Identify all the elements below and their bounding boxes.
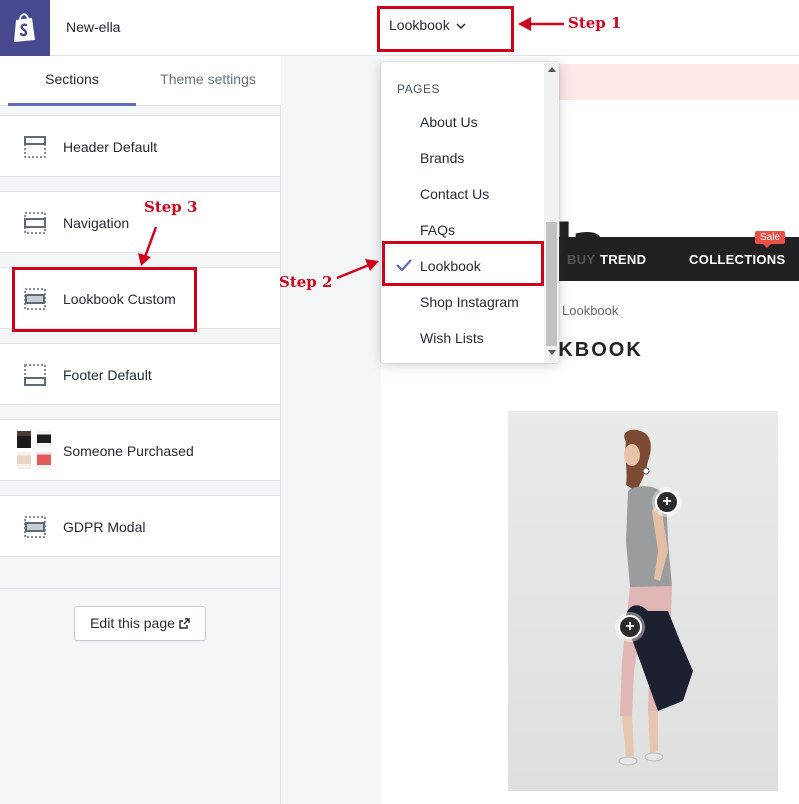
page-selector-value: Lookbook <box>389 17 450 33</box>
breadcrumb[interactable]: Lookbook <box>562 303 618 318</box>
edit-page-label: Edit this page <box>90 615 175 631</box>
dropdown-item-label: FAQs <box>420 222 456 238</box>
dropdown-item-label: Shop Instagram <box>420 294 519 310</box>
header-layout-icon <box>24 136 46 158</box>
dropdown-item-contact-us[interactable]: Contact Us <box>381 176 544 212</box>
chevron-down-icon <box>456 23 466 30</box>
dropdown-item-wish-lists[interactable]: Wish Lists <box>381 320 544 356</box>
scroll-down-arrow-icon[interactable] <box>548 350 556 355</box>
dropdown-item-brands[interactable]: Brands <box>381 140 544 176</box>
checkmark-icon <box>396 259 412 271</box>
sidebar-topbar: New-ella <box>0 0 281 56</box>
section-label: Someone Purchased <box>63 443 194 459</box>
section-label: GDPR Modal <box>63 519 146 535</box>
page-selector-dropdown: PAGES About Us Brands Contact Us FAQs Lo… <box>381 62 559 363</box>
dropdown-item-faqs[interactable]: FAQs <box>381 212 544 248</box>
sale-badge: Sale <box>755 231 786 248</box>
sidebar-tabs: Sections Theme settings <box>0 56 281 106</box>
scroll-up-arrow-icon[interactable] <box>548 67 556 72</box>
section-label: Footer Default <box>63 367 152 383</box>
dropdown-item-label: Lookbook <box>420 258 481 274</box>
dropdown-item-label: Brands <box>420 150 465 166</box>
dropdown-item-lookbook[interactable]: Lookbook <box>381 248 544 284</box>
divider <box>0 588 281 589</box>
step2-arrow-icon <box>336 259 379 280</box>
dropdown-item-about-us[interactable]: About Us <box>381 104 544 140</box>
product-thumbnail <box>17 452 31 469</box>
dropdown-heading: PAGES <box>397 82 440 96</box>
section-label: Header Default <box>63 139 158 155</box>
edit-this-page-button[interactable]: Edit this page <box>74 606 206 641</box>
lookbook-hotspot[interactable]: + <box>618 615 642 639</box>
section-header-default[interactable]: Header Default <box>0 115 280 177</box>
dropdown-item-shop-instagram[interactable]: Shop Instagram <box>381 284 544 320</box>
dropdown-item-label: About Us <box>420 114 478 130</box>
lookbook-image: + + <box>508 411 778 791</box>
section-layout-icon <box>24 288 46 310</box>
product-thumbnail <box>37 452 51 469</box>
section-lookbook-custom[interactable]: Lookbook Custom <box>0 267 280 329</box>
footer-layout-icon <box>24 364 46 386</box>
step3-arrow-icon <box>138 226 158 266</box>
section-layout-icon <box>24 516 46 538</box>
model-photo <box>618 429 693 766</box>
section-footer-default[interactable]: Footer Default <box>0 343 280 405</box>
dropdown-item-label: Wish Lists <box>420 330 484 346</box>
scrollbar-thumb[interactable] <box>546 222 557 346</box>
step1-label: Step 1 <box>568 14 622 32</box>
dropdown-item-label: Contact Us <box>420 186 490 202</box>
section-layout-icon <box>24 212 46 234</box>
theme-editor-sidebar: New-ella Sections Theme settings Header … <box>0 0 281 804</box>
tab-sections[interactable]: Sections <box>8 56 136 106</box>
section-label: Lookbook Custom <box>63 291 176 307</box>
nav-item-collections[interactable]: COLLECTIONS <box>689 252 785 267</box>
dropdown-scrollbar[interactable] <box>544 62 559 363</box>
tab-theme-settings[interactable]: Theme settings <box>140 56 276 106</box>
product-thumbnail <box>17 431 31 448</box>
shopify-bag-icon <box>14 13 35 42</box>
section-gdpr-modal[interactable]: GDPR Modal <box>0 495 280 557</box>
step2-label: Step 2 <box>279 273 333 291</box>
store-navigation: BUY TREND COLLECTIONS Sale <box>542 231 799 281</box>
shopify-logo[interactable] <box>0 0 50 56</box>
step1-arrow-icon <box>518 17 564 31</box>
lookbook-hotspot[interactable]: + <box>655 490 679 514</box>
section-someone-purchased[interactable]: Someone Purchased <box>0 419 280 481</box>
nav-item-trend[interactable]: TREND <box>600 252 646 267</box>
product-thumbnails <box>17 431 53 471</box>
section-label: Navigation <box>63 215 130 231</box>
nav-item-partial[interactable]: BUY <box>567 252 595 267</box>
page-selector[interactable]: Lookbook <box>389 17 466 33</box>
product-thumbnail <box>37 431 51 448</box>
store-name: New-ella <box>66 19 121 35</box>
external-link-icon <box>179 608 190 641</box>
step3-label: Step 3 <box>144 198 198 216</box>
